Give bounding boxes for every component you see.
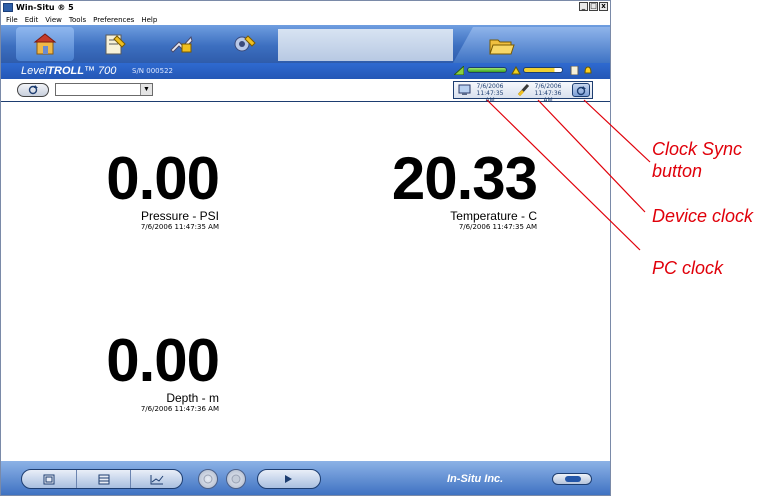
- pc-clock-pointer: [486, 99, 641, 251]
- annotation-lines: [486, 99, 651, 251]
- device-clock-pointer: [537, 99, 646, 213]
- annotation-pc-clock: PC clock: [652, 258, 724, 278]
- annotation-device-clock: Device clock: [652, 206, 754, 226]
- annotation-clock-sync: Clock Sync button: [652, 139, 743, 181]
- clock-sync-pointer: [583, 99, 651, 163]
